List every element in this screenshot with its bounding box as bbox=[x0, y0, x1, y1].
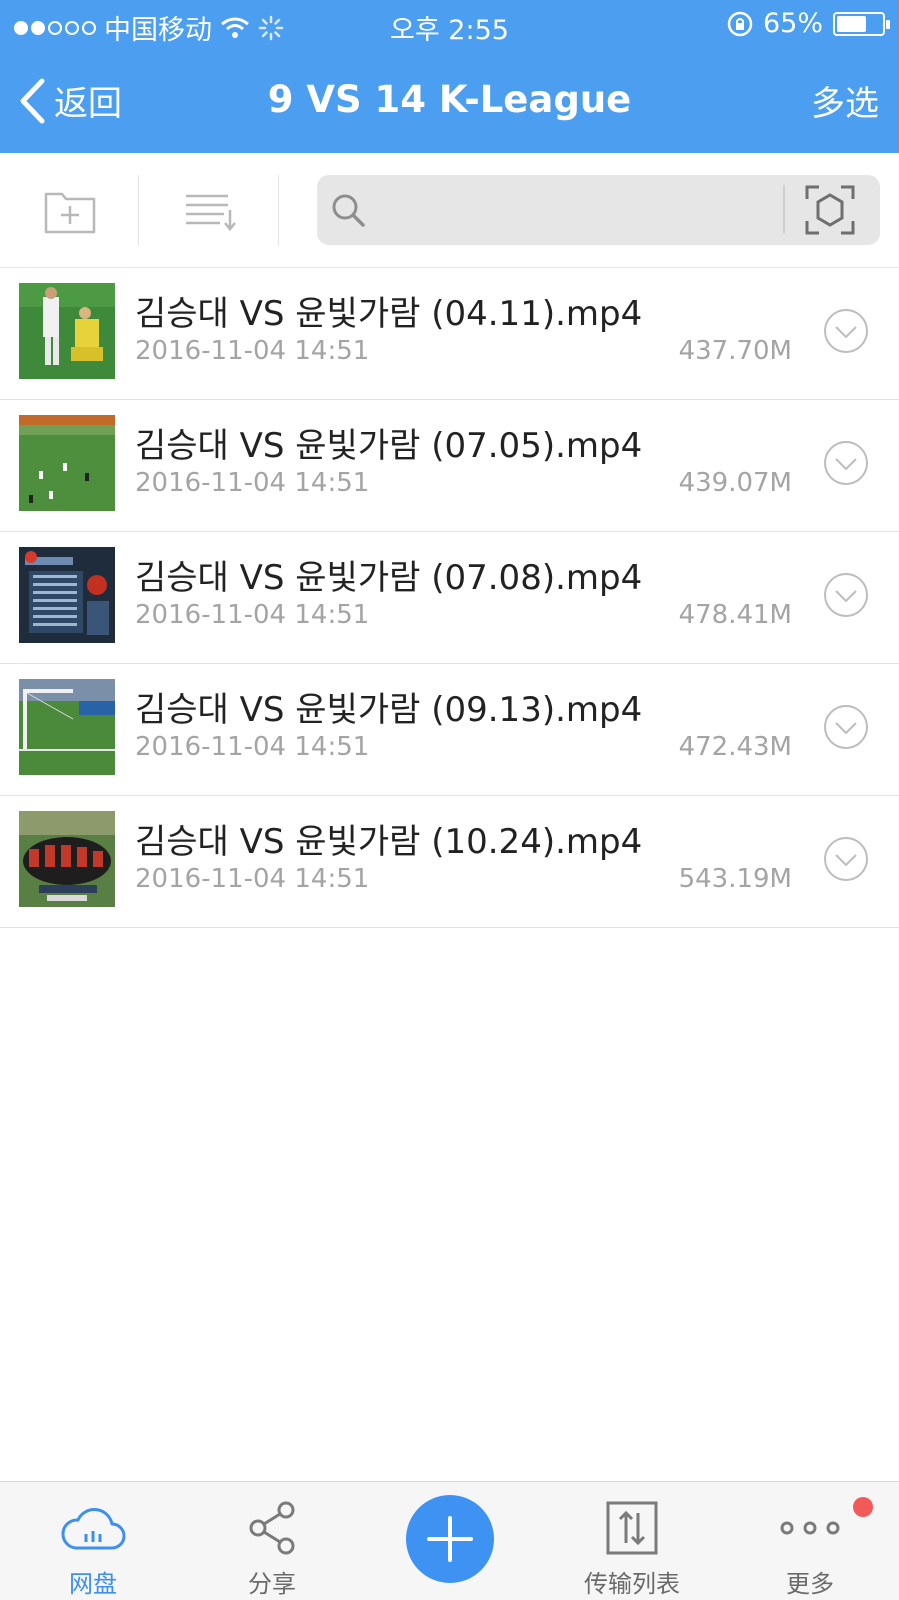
tab-label: 传输列表 bbox=[584, 1570, 680, 1598]
file-size: 439.07M bbox=[678, 468, 792, 498]
file-size: 478.41M bbox=[678, 600, 792, 630]
video-thumbnail bbox=[19, 283, 115, 379]
notification-badge bbox=[853, 1497, 873, 1517]
cloud-icon bbox=[61, 1508, 126, 1550]
file-size: 472.43M bbox=[678, 732, 792, 762]
folder-add-icon bbox=[44, 192, 96, 234]
list-item[interactable]: 김승대 VS 윤빛가람 (07.05).mp4 2016-11-04 14:51… bbox=[0, 400, 899, 532]
list-item[interactable]: 김승대 VS 윤빛가람 (10.24).mp4 2016-11-04 14:51… bbox=[0, 796, 899, 928]
file-list: 김승대 VS 윤빛가람 (04.11).mp4 2016-11-04 14:51… bbox=[0, 268, 899, 928]
multiselect-button[interactable]: 多选 bbox=[811, 76, 879, 125]
file-name: 김승대 VS 윤빛가람 (07.08).mp4 bbox=[135, 558, 643, 598]
tab-cloud-drive[interactable]: 网盘 bbox=[50, 1482, 136, 1600]
chevron-down-icon[interactable] bbox=[823, 308, 869, 354]
tab-more[interactable]: 更多 bbox=[770, 1482, 850, 1600]
list-item[interactable]: 김승대 VS 윤빛가람 (04.11).mp4 2016-11-04 14:51… bbox=[0, 268, 899, 400]
status-right: 65% bbox=[727, 8, 890, 39]
file-date: 2016-11-04 14:51 bbox=[135, 336, 370, 366]
scan-icon[interactable] bbox=[803, 183, 857, 237]
orientation-lock-icon bbox=[727, 11, 753, 36]
file-size: 437.70M bbox=[678, 336, 792, 366]
sort-button[interactable] bbox=[160, 177, 260, 247]
search-bar bbox=[317, 175, 880, 245]
tab-label: 更多 bbox=[786, 1570, 834, 1598]
tab-label: 网盘 bbox=[69, 1570, 117, 1598]
video-thumbnail bbox=[19, 811, 115, 907]
video-thumbnail bbox=[19, 415, 115, 511]
list-item[interactable]: 김승대 VS 윤빛가람 (09.13).mp4 2016-11-04 14:51… bbox=[0, 664, 899, 796]
share-icon bbox=[249, 1501, 295, 1555]
battery-level bbox=[837, 15, 866, 32]
search-input[interactable] bbox=[379, 185, 779, 235]
sort-icon bbox=[186, 194, 236, 231]
tab-label: 分享 bbox=[248, 1570, 296, 1598]
more-icon bbox=[780, 1521, 840, 1535]
file-name: 김승대 VS 윤빛가람 (09.13).mp4 bbox=[135, 690, 643, 730]
battery-percent: 65% bbox=[762, 8, 823, 39]
file-browser-screen: 中国移动 오후 2:55 65% 返回 9 VS 14 K-League 多选 … bbox=[0, 0, 899, 1600]
file-name: 김승대 VS 윤빛가람 (04.11).mp4 bbox=[135, 294, 643, 334]
tab-share[interactable]: 分享 bbox=[224, 1482, 320, 1600]
chevron-down-icon[interactable] bbox=[823, 836, 869, 882]
header: 中国移动 오후 2:55 65% 返回 9 VS 14 K-League 多选 bbox=[0, 0, 899, 153]
page-title: 9 VS 14 K-League bbox=[267, 78, 632, 121]
plus-icon bbox=[427, 1516, 473, 1562]
file-name: 김승대 VS 윤빛가람 (10.24).mp4 bbox=[135, 822, 643, 862]
tab-transfer-list[interactable]: 传输列表 bbox=[570, 1482, 694, 1600]
video-thumbnail bbox=[19, 679, 115, 775]
file-date: 2016-11-04 14:51 bbox=[135, 864, 370, 894]
file-name: 김승대 VS 윤빛가람 (07.05).mp4 bbox=[135, 426, 643, 466]
toolbar bbox=[0, 153, 899, 268]
file-date: 2016-11-04 14:51 bbox=[135, 732, 370, 762]
video-thumbnail bbox=[19, 547, 115, 643]
tab-bar: 网盘 分享 传输列表 更多 bbox=[0, 1481, 899, 1600]
list-item[interactable]: 김승대 VS 윤빛가람 (07.08).mp4 2016-11-04 14:51… bbox=[0, 532, 899, 664]
status-bar: 中国移动 오후 2:55 65% bbox=[0, 0, 899, 50]
add-button[interactable] bbox=[406, 1495, 494, 1583]
chevron-down-icon[interactable] bbox=[823, 572, 869, 618]
file-date: 2016-11-04 14:51 bbox=[135, 600, 370, 630]
file-date: 2016-11-04 14:51 bbox=[135, 468, 370, 498]
chevron-down-icon[interactable] bbox=[823, 704, 869, 750]
navigation-bar: 返回 9 VS 14 K-League 多选 bbox=[0, 60, 899, 140]
battery-icon bbox=[833, 11, 890, 36]
new-folder-button[interactable] bbox=[20, 177, 120, 247]
chevron-down-icon[interactable] bbox=[823, 440, 869, 486]
transfer-icon bbox=[606, 1501, 658, 1555]
file-size: 543.19M bbox=[678, 864, 792, 894]
search-icon bbox=[332, 194, 365, 227]
